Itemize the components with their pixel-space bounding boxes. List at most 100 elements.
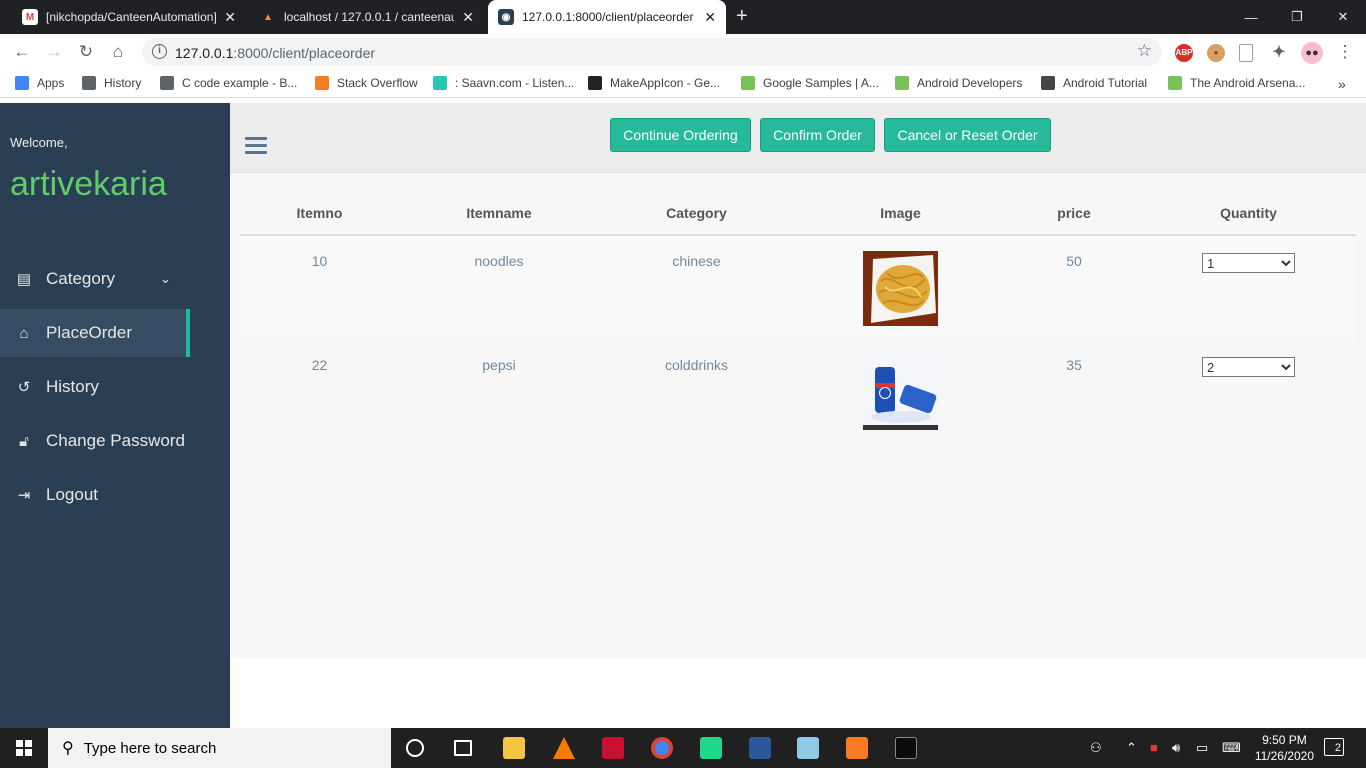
confirm-order-button[interactable]: Confirm Order [760,118,875,152]
bookmark-label: History [104,76,142,90]
site-favicon-icon: ◉ [498,9,514,25]
browser-tab-github[interactable]: M [nikchopda/CanteenAutomation] ✕ [12,0,246,34]
cortana-icon[interactable] [406,739,424,757]
chevron-down-icon: ⌄ [160,271,171,286]
sidebar-item-label: History [46,377,99,396]
sidebar-item-history[interactable]: ↺ History [0,363,230,411]
new-tab-icon[interactable]: + [736,5,748,28]
item-price: 50 [1007,235,1141,340]
column-header: Itemno [240,191,399,236]
tab-title: 127.0.0.1:8000/client/placeorder [522,10,694,24]
vlc-icon[interactable] [553,737,575,759]
tab-title: localhost / 127.0.0.1 / canteenaut [284,10,455,24]
chevron-up-icon[interactable]: ⌃ [1126,740,1137,756]
bookmark-saavn[interactable]: : Saavn.com - Listen... [433,76,574,90]
bookmark-history[interactable]: History [82,76,141,90]
address-bar[interactable]: i 127.0.0.1:8000/client/placeorder ☆ [142,38,1162,66]
menu-kebab-icon[interactable]: ⋮ [1334,41,1356,63]
column-header: Image [794,191,1007,236]
people-icon[interactable]: ⚇ [1090,740,1102,756]
bookmark-android-developers[interactable]: Android Developers [895,76,1022,90]
volume-icon[interactable]: 🔊︎ [1172,740,1180,756]
cookie-icon[interactable]: ● [1207,44,1225,62]
sidebar-item-label: PlaceOrder [46,323,132,342]
sidebar-item-placeorder[interactable]: ⌂ PlaceOrder [0,309,190,357]
minimize-icon[interactable]: — [1228,0,1274,34]
windows-start-icon[interactable] [16,740,32,756]
item-image-cell [794,235,1007,340]
bookmark-google-samples[interactable]: Google Samples | A... [741,76,879,90]
search-icon: ⚲ [62,740,74,757]
item-category: chinese [599,235,794,340]
sidebar-item-change-password[interactable]: 🔓︎ Change Password [0,417,230,465]
profile-avatar[interactable]: ●● [1301,42,1323,64]
quantity-select[interactable]: 2 [1202,357,1295,377]
bookmark-android-arsenal[interactable]: The Android Arsena... [1168,76,1305,90]
logout-icon: ⇥ [17,487,31,504]
continue-ordering-button[interactable]: Continue Ordering [610,118,751,152]
antivirus-icon[interactable]: ■ [1150,740,1158,755]
extensions-icon[interactable]: ✦ [1270,44,1288,62]
sidebar-item-logout[interactable]: ⇥ Logout [0,471,230,519]
restore-icon[interactable]: ❐ [1274,0,1320,34]
table-header-row: Itemno Itemname Category Image price Qua… [240,191,1356,236]
word-icon[interactable] [749,737,771,759]
bookmark-apps[interactable]: Apps [15,76,64,90]
site-info-icon[interactable]: i [152,44,167,59]
history-icon: ↺ [17,379,31,396]
browser-tab-placeorder[interactable]: ◉ 127.0.0.1:8000/client/placeorder ✕ [488,0,726,34]
adblock-plus-icon[interactable]: ABP [1175,44,1193,62]
bookmark-label: Android Developers [917,76,1023,90]
bookmark-label: Android Tutorial [1063,76,1148,90]
top-nav: Continue Ordering Confirm Order Cancel o… [230,103,1366,173]
browser-tab-phpmyadmin[interactable]: ▲ localhost / 127.0.0.1 / canteenaut ✕ [250,0,484,34]
xampp-icon[interactable] [846,737,868,759]
saavn-icon [433,76,447,90]
cancel-reset-order-button[interactable]: Cancel or Reset Order [884,118,1051,152]
notifications-icon[interactable]: 2 [1324,738,1344,756]
forward-icon[interactable]: → [43,41,65,63]
home-icon[interactable]: ⌂ [107,41,129,63]
globe-icon [160,76,174,90]
bookmark-star-icon[interactable]: ☆ [1137,41,1152,61]
bookmark-android-tutorial[interactable]: Android Tutorial [1041,76,1147,90]
taskbar-clock[interactable]: 9:50 PM 11/26/2020 [1255,732,1314,764]
column-header: price [1007,191,1141,236]
table-row: 10 noodles chinese 50 1 [240,235,1356,340]
battery-icon[interactable]: ▭ [1196,740,1208,756]
sidebar-item-label: Change Password [46,431,185,450]
item-name: noodles [399,235,599,340]
window-close-icon[interactable]: ✕ [1320,0,1366,34]
notepad-icon[interactable] [797,737,819,759]
keyboard-icon[interactable]: ⌨ [1222,740,1241,756]
column-header: Category [599,191,794,236]
item-name: pepsi [399,340,599,445]
apps-grid-icon [15,76,29,90]
url-text[interactable]: 127.0.0.1:8000/client/placeorder [175,45,375,61]
sidebar-item-category[interactable]: ▤ Category ⌄ [0,255,230,303]
acrobat-icon[interactable] [602,737,624,759]
terminal-icon[interactable] [895,737,917,759]
close-icon[interactable]: ✕ [224,9,236,26]
close-icon[interactable]: ✕ [704,9,716,26]
back-icon[interactable]: ← [11,41,33,63]
chrome-icon[interactable] [651,737,673,759]
close-icon[interactable]: ✕ [462,9,474,26]
bookmark-c-code[interactable]: C code example - B... [160,76,297,90]
task-view-icon[interactable] [454,740,472,756]
bookmark-label: : Saavn.com - Listen... [455,76,575,90]
document-icon[interactable] [1239,44,1253,62]
pycharm-icon[interactable] [700,737,722,759]
notification-count: 2 [1334,742,1341,754]
bookmark-makeappicon[interactable]: MakeAppIcon - Ge... [588,76,720,90]
reload-icon[interactable]: ↻ [75,41,97,63]
file-explorer-icon[interactable] [503,737,525,759]
taskbar-search[interactable]: ⚲ Type here to search [48,728,391,768]
column-header: Quantity [1141,191,1356,236]
bookmark-stack-overflow[interactable]: Stack Overflow [315,76,418,90]
sidebar: Welcome, artivekaria ▤ Category ⌄ ⌂ Plac… [0,103,230,728]
quantity-select[interactable]: 1 [1202,253,1295,273]
android-icon [895,76,909,90]
more-bookmarks-icon[interactable]: » [1338,76,1346,92]
menu-toggle-icon[interactable] [245,137,267,158]
